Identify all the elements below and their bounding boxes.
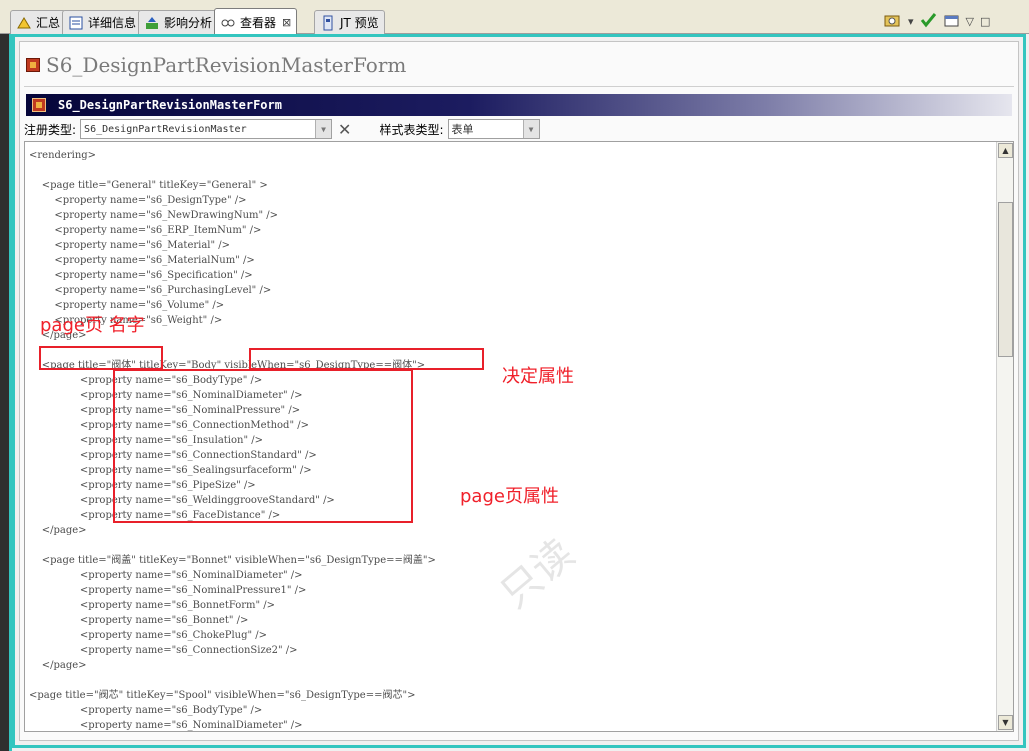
code-line: <property name="s6_Material" /> [29, 240, 231, 251]
code-line: <property name="s6_BonnetForm" /> [29, 600, 276, 611]
annotation-box-page-title [39, 346, 163, 370]
code-line: <property name="s6_ConnectionSize2" /> [29, 645, 298, 656]
code-line: <page title="阀盖" titleKey="Bonnet" visib… [29, 555, 436, 566]
code-line: <property name="s6_ChokePlug" /> [29, 630, 268, 641]
readonly-watermark: 只读 [492, 530, 583, 618]
tab-viewer-label: 查看器 [240, 15, 277, 30]
tab-jt-preview[interactable]: JT 预览 [314, 10, 385, 34]
code-line: </page> [29, 525, 87, 536]
code-line: <property name="s6_ERP_ItemNum" /> [29, 225, 262, 236]
view-toolbar: ▾ ▽ □ [878, 12, 990, 30]
header-band: S6_DesignPartRevisionMasterForm [26, 94, 1012, 116]
register-row: 注册类型: S6_DesignPartRevisionMaster ▼ ✕ 样式… [24, 118, 1014, 140]
code-line: <property name="s6_MaterialNum" /> [29, 255, 255, 266]
register-type-value: S6_DesignPartRevisionMaster [84, 123, 247, 135]
form-title: S6_DesignPartRevisionMasterForm [26, 50, 406, 80]
stylesheet-type-select[interactable]: 表单 ▼ [447, 119, 540, 139]
jt-preview-icon [320, 15, 336, 31]
viewer-icon [220, 14, 236, 30]
options-icon[interactable] [884, 12, 902, 31]
annotation-decide-attr: 决定属性 [502, 366, 574, 387]
scrollbar-thumb[interactable] [998, 202, 1013, 357]
divider [24, 86, 1014, 87]
register-type-select[interactable]: S6_DesignPartRevisionMaster ▼ [80, 119, 333, 139]
code-line: <property name="s6_PurchasingLevel" /> [29, 285, 272, 296]
code-line: <property name="s6_NominalPressure1" /> [29, 585, 307, 596]
summary-icon [16, 15, 32, 31]
code-line: </page> [29, 660, 87, 671]
form-icon [26, 58, 40, 72]
tab-details-label: 详细信息 [88, 16, 137, 30]
tab-summary[interactable]: 汇总 [10, 10, 67, 34]
code-line: <property name="s6_Specification" /> [29, 270, 253, 281]
dropdown-arrow-icon[interactable]: ▾ [908, 15, 914, 28]
chevron-down-icon[interactable]: ▼ [315, 120, 332, 138]
viewer-window: 汇总 详细信息 影响分析 查看器 ⊠ JT 预览 ▾ ▽ □ S6_Design… [0, 0, 1029, 751]
tab-summary-label: 汇总 [36, 16, 61, 30]
tab-impact-analysis-label: 影响分析 [164, 16, 213, 30]
code-line: <property name="s6_DesignType" /> [29, 195, 247, 206]
annotation-page-attr: page页属性 [460, 486, 559, 507]
code-line: <page title="阀芯" titleKey="Spool" visibl… [29, 690, 416, 701]
code-line: <property name="s6_BodyType" /> [29, 705, 263, 716]
maximize-icon[interactable]: □ [980, 15, 990, 28]
header-band-title: S6_DesignPartRevisionMasterForm [58, 98, 282, 112]
tab-details[interactable]: 详细信息 [62, 10, 143, 34]
code-line: <property name="s6_NominalDiameter" /> [29, 570, 303, 581]
register-type-label: 注册类型: [24, 122, 77, 137]
minimize-icon[interactable]: ▽ [966, 15, 974, 28]
impact-analysis-icon [144, 15, 160, 31]
code-line: <property name="s6_NominalDiameter" /> [29, 720, 303, 731]
form-type-icon [32, 98, 46, 112]
left-panel-edge [0, 34, 12, 751]
tab-impact-analysis[interactable]: 影响分析 [138, 10, 219, 34]
details-icon [68, 15, 84, 31]
tab-bar: 汇总 详细信息 影响分析 查看器 ⊠ JT 预览 ▾ ▽ □ [0, 0, 1029, 35]
code-line: <page title="General" titleKey="General"… [29, 180, 268, 191]
form-title-text: S6_DesignPartRevisionMasterForm [46, 53, 407, 77]
code-line: <property name="s6_Bonnet" /> [29, 615, 249, 626]
stylesheet-type-value: 表单 [451, 123, 474, 136]
code-line: <property name="s6_NewDrawingNum" /> [29, 210, 279, 221]
tab-viewer[interactable]: 查看器 ⊠ [214, 8, 298, 35]
tab-jt-preview-label: JT 预览 [340, 16, 379, 30]
annotation-box-properties [113, 369, 413, 523]
stylesheet-type-label: 样式表类型: [379, 122, 444, 137]
code-line: <rendering> [29, 150, 97, 161]
annotation-page-name: page页 名字 [40, 315, 145, 336]
clear-icon[interactable]: ✕ [338, 120, 351, 139]
scroll-down-icon[interactable]: ▼ [998, 715, 1013, 730]
window-icon[interactable] [944, 13, 960, 30]
chevron-down-icon[interactable]: ▼ [522, 120, 539, 138]
scroll-up-icon[interactable]: ▲ [998, 143, 1013, 158]
close-icon[interactable]: ⊠ [282, 16, 291, 29]
vertical-scrollbar[interactable]: ▲ ▼ [996, 142, 1013, 731]
annotation-box-visible-when [249, 348, 484, 370]
check-icon[interactable] [920, 12, 938, 31]
